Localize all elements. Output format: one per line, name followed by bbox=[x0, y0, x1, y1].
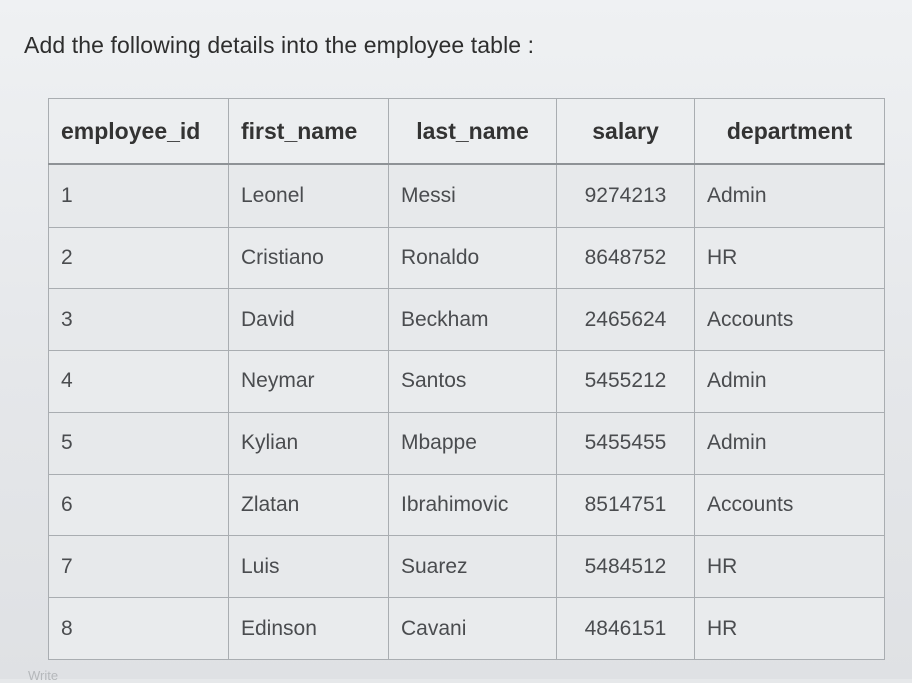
instruction-heading: Add the following details into the emplo… bbox=[24, 32, 535, 58]
cell-employee-id: 3 bbox=[48, 288, 229, 352]
cell-first-name: Kylian bbox=[228, 411, 389, 475]
cell-employee-id: 2 bbox=[48, 226, 229, 290]
cell-last-name: Mbappe bbox=[388, 411, 557, 475]
cell-salary: 8514751 bbox=[556, 473, 695, 537]
cell-department: Accounts bbox=[694, 473, 885, 537]
column-header: salary bbox=[556, 98, 695, 165]
cell-employee-id: 1 bbox=[48, 163, 229, 228]
cell-employee-id: 6 bbox=[48, 473, 229, 537]
column-header: department bbox=[694, 98, 885, 165]
cell-salary: 5455212 bbox=[556, 350, 695, 413]
cell-salary: 2465624 bbox=[556, 288, 695, 352]
cell-first-name: Luis bbox=[228, 535, 389, 599]
column-header: employee_id bbox=[48, 98, 229, 165]
cell-first-name: David bbox=[228, 288, 389, 352]
cell-employee-id: 8 bbox=[48, 597, 229, 660]
cell-employee-id: 7 bbox=[48, 535, 229, 599]
cell-first-name: Zlatan bbox=[228, 473, 389, 537]
table-header-row: employee_id first_name last_name salary … bbox=[48, 98, 885, 165]
cell-last-name: Beckham bbox=[388, 288, 557, 352]
cell-first-name: Edinson bbox=[228, 597, 389, 660]
cell-department: Admin bbox=[694, 350, 885, 413]
cutoff-footer-text: Write bbox=[28, 668, 59, 683]
table-row: 6 Zlatan Ibrahimovic 8514751 Accounts bbox=[48, 473, 885, 537]
column-header: first_name bbox=[228, 98, 389, 165]
cell-employee-id: 5 bbox=[48, 411, 229, 475]
cell-salary: 5484512 bbox=[556, 535, 695, 599]
cell-salary: 4846151 bbox=[556, 597, 695, 660]
cell-first-name: Leonel bbox=[228, 163, 389, 228]
cell-last-name: Cavani bbox=[388, 597, 557, 660]
cell-department: Admin bbox=[694, 411, 885, 475]
cell-salary: 9274213 bbox=[556, 163, 695, 228]
table-row: 2 Cristiano Ronaldo 8648752 HR bbox=[48, 226, 885, 290]
cell-last-name: Ibrahimovic bbox=[388, 473, 557, 537]
column-header: last_name bbox=[388, 98, 557, 165]
cell-salary: 8648752 bbox=[556, 226, 695, 290]
table-row: 5 Kylian Mbappe 5455455 Admin bbox=[48, 411, 885, 475]
table-row: 7 Luis Suarez 5484512 HR bbox=[48, 535, 885, 599]
cell-department: HR bbox=[694, 535, 885, 599]
cell-first-name: Neymar bbox=[228, 350, 389, 413]
table-row: 3 David Beckham 2465624 Accounts bbox=[48, 288, 885, 352]
cell-department: Admin bbox=[694, 163, 885, 228]
table-row: 1 Leonel Messi 9274213 Admin bbox=[48, 163, 885, 228]
cell-department: HR bbox=[694, 226, 885, 290]
table-row: 4 Neymar Santos 5455212 Admin bbox=[48, 350, 885, 413]
cell-last-name: Santos bbox=[388, 350, 557, 413]
cell-last-name: Ronaldo bbox=[388, 226, 557, 290]
table-row: 8 Edinson Cavani 4846151 HR bbox=[48, 597, 885, 660]
cell-department: Accounts bbox=[694, 288, 885, 352]
cell-salary: 5455455 bbox=[556, 411, 695, 475]
cell-last-name: Messi bbox=[388, 163, 557, 228]
employee-table: employee_id first_name last_name salary … bbox=[48, 98, 885, 660]
cell-first-name: Cristiano bbox=[228, 226, 389, 290]
cell-last-name: Suarez bbox=[388, 535, 557, 599]
employee-table-container: employee_id first_name last_name salary … bbox=[48, 98, 885, 660]
cell-employee-id: 4 bbox=[48, 350, 229, 413]
cell-department: HR bbox=[694, 597, 885, 660]
